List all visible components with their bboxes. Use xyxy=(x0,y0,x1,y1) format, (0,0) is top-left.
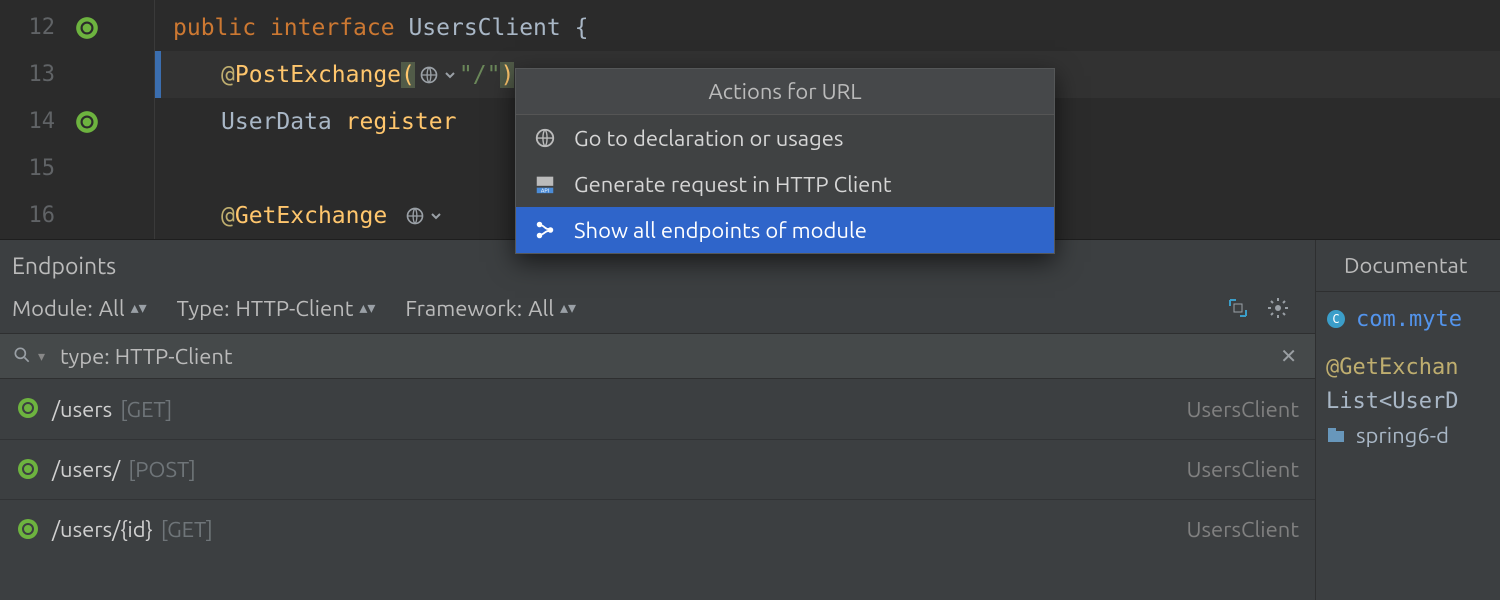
endpoints-filters: Module: All ▴▾ Type: HTTP-Client ▴▾ Fram… xyxy=(0,289,1315,333)
chevron-down-icon[interactable]: ▾ xyxy=(38,348,52,365)
url-inlay-globe-icon[interactable] xyxy=(417,63,441,87)
documentation-title: Documentat xyxy=(1316,240,1500,292)
endpoint-row[interactable]: /users [GET] UsersClient xyxy=(0,379,1315,439)
gutter-row[interactable]: 16 xyxy=(0,192,154,239)
doc-annotation: @GetExchan xyxy=(1326,355,1458,380)
doc-class-name: com.myte xyxy=(1356,307,1462,332)
endpoint-path: /users xyxy=(52,397,112,422)
branches-icon xyxy=(532,217,558,243)
chevron-down-icon[interactable] xyxy=(429,207,443,225)
paren: ( xyxy=(401,62,415,88)
code-line[interactable]: public interface UsersClient { xyxy=(155,4,1500,51)
filter-label: Module: xyxy=(12,296,93,321)
filter-label: Type: xyxy=(177,296,230,321)
endpoint-class: UsersClient xyxy=(1186,517,1299,542)
url-inlay-globe-icon[interactable] xyxy=(403,204,427,228)
annotation-call: GetExchange xyxy=(235,203,387,229)
spring-endpoint-icon xyxy=(16,517,42,543)
line-number: 16 xyxy=(15,203,55,228)
doc-module[interactable]: spring6-d xyxy=(1326,418,1500,452)
annotation: @ xyxy=(221,203,235,229)
identifier: UsersClient xyxy=(408,15,560,41)
line-number: 15 xyxy=(15,156,55,181)
popup-title: Actions for URL xyxy=(516,69,1054,115)
documentation-panel: Documentat C com.myte @GetExchan List<Us… xyxy=(1315,240,1500,600)
annotation: @ xyxy=(221,62,235,88)
sort-icon: ▴▾ xyxy=(560,300,576,316)
keyword: public xyxy=(173,15,256,41)
endpoint-method: [GET] xyxy=(120,397,172,422)
endpoint-path: /users/ xyxy=(52,457,120,482)
popup-item-label: Show all endpoints of module xyxy=(574,218,867,243)
line-number: 14 xyxy=(15,109,55,134)
filter-value: All xyxy=(99,296,125,321)
popup-item-label: Generate request in HTTP Client xyxy=(574,172,892,197)
spring-endpoint-icon xyxy=(16,396,42,422)
chevron-down-icon[interactable] xyxy=(443,66,457,84)
gutter-row[interactable]: 15 xyxy=(0,145,154,192)
endpoints-main: Endpoints Module: All ▴▾ Type: HTTP-Clie… xyxy=(0,240,1315,600)
filter-label: Framework: xyxy=(405,296,522,321)
gutter-row[interactable]: 13 xyxy=(0,51,154,98)
filter-value: HTTP-Client xyxy=(236,296,354,321)
gutter-row[interactable]: 12 xyxy=(0,4,154,51)
method: register xyxy=(346,109,457,135)
gutter-row[interactable]: 14 xyxy=(0,98,154,145)
keyword: interface xyxy=(270,15,395,41)
spring-endpoint-icon[interactable] xyxy=(73,14,101,42)
endpoint-row[interactable]: /users/ [POST] UsersClient xyxy=(0,439,1315,499)
endpoint-path: /users/{id} xyxy=(52,517,153,542)
gear-icon[interactable] xyxy=(1265,295,1291,321)
paren: ) xyxy=(500,62,514,88)
globe-icon xyxy=(532,125,558,151)
line-number: 13 xyxy=(15,62,55,87)
string: /" xyxy=(473,62,501,88)
endpoints-list: /users [GET] UsersClient /users/ [POST] … xyxy=(0,379,1315,559)
svg-text:C: C xyxy=(1332,312,1339,326)
api-icon: API xyxy=(532,171,558,197)
doc-type: List<UserD xyxy=(1326,389,1458,414)
annotation-call: PostExchange xyxy=(235,62,401,88)
popup-item-label: Go to declaration or usages xyxy=(574,126,843,151)
doc-module-name: spring6-d xyxy=(1356,423,1449,448)
module-filter[interactable]: Module: All ▴▾ xyxy=(12,296,147,321)
caret-indicator xyxy=(155,51,161,98)
type-filter[interactable]: Type: HTTP-Client ▴▾ xyxy=(177,296,376,321)
type: UserData xyxy=(221,109,332,135)
framework-filter[interactable]: Framework: All ▴▾ xyxy=(405,296,576,321)
expand-icon[interactable] xyxy=(1225,295,1251,321)
endpoint-row[interactable]: /users/{id} [GET] UsersClient xyxy=(0,499,1315,559)
endpoints-panel: Endpoints Module: All ▴▾ Type: HTTP-Clie… xyxy=(0,240,1500,600)
endpoint-class: UsersClient xyxy=(1186,397,1299,422)
search-icon xyxy=(12,345,34,367)
endpoints-search-input[interactable] xyxy=(52,344,1274,369)
spring-endpoint-icon xyxy=(16,457,42,483)
popup-item-http-client[interactable]: API Generate request in HTTP Client xyxy=(516,161,1054,207)
gutter: 12 13 14 15 16 xyxy=(0,0,155,239)
sort-icon: ▴▾ xyxy=(131,300,147,316)
popup-item-declaration[interactable]: Go to declaration or usages xyxy=(516,115,1054,161)
svg-text:API: API xyxy=(541,188,549,194)
close-icon[interactable]: ✕ xyxy=(1274,344,1303,368)
endpoint-class: UsersClient xyxy=(1186,457,1299,482)
line-number: 12 xyxy=(15,15,55,40)
brace: { xyxy=(575,15,589,41)
doc-class-link[interactable]: C com.myte xyxy=(1326,302,1500,336)
spring-endpoint-icon[interactable] xyxy=(73,108,101,136)
actions-popup: Actions for URL Go to declaration or usa… xyxy=(515,68,1055,254)
endpoint-method: [POST] xyxy=(128,457,196,482)
endpoints-search: ▾ ✕ xyxy=(0,333,1315,379)
filter-value: All xyxy=(528,296,554,321)
popup-item-show-endpoints[interactable]: Show all endpoints of module xyxy=(516,207,1054,253)
sort-icon: ▴▾ xyxy=(359,300,375,316)
string: " xyxy=(459,62,473,88)
endpoint-method: [GET] xyxy=(161,517,213,542)
